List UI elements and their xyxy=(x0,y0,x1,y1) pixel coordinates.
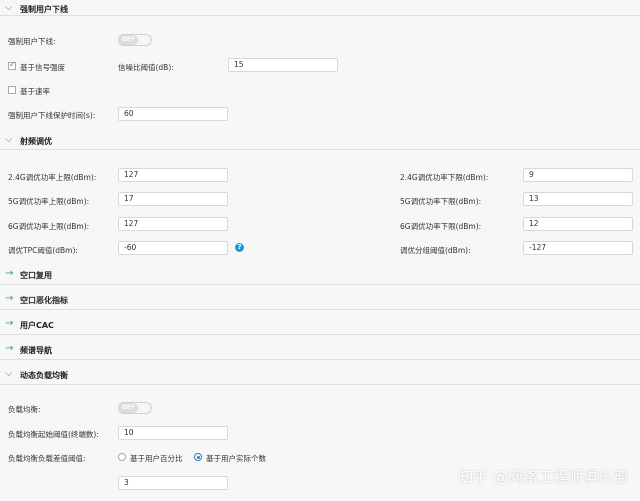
section-dyn-lb-header[interactable]: ⌵ 动态负载均衡 xyxy=(0,368,640,382)
p6-down-label: 6G调优功率下限(dBm): xyxy=(400,222,482,231)
toggle-knob: OFF xyxy=(119,35,138,45)
section-title: 空口恶化指标 xyxy=(20,296,68,305)
divider xyxy=(0,15,640,16)
p24-down-input[interactable]: 9 xyxy=(523,168,633,182)
divider xyxy=(0,384,640,385)
forced-offline-label: 强制用户下线: xyxy=(8,37,56,46)
forced-offline-toggle[interactable]: OFF xyxy=(118,34,152,46)
watermark: 知乎 @网络工程师俱乐部 xyxy=(458,468,628,486)
divider xyxy=(0,284,640,285)
section-forced-offline-header[interactable]: ⌵ 强制用户下线 xyxy=(0,2,640,16)
tpc-label: 调优TPC阈值(dBm): xyxy=(8,246,78,255)
signal-strength-label: 基于信号强度 xyxy=(20,63,65,72)
lb-toggle[interactable]: OFF xyxy=(118,402,152,414)
chevron-right-icon: → xyxy=(5,318,14,329)
tpc-input[interactable]: -60 xyxy=(118,241,228,255)
p5-down-label: 5G调优功率下限(dBm): xyxy=(400,197,482,206)
chevron-down-icon: ⌵ xyxy=(5,2,13,13)
section-title: 频谱导航 xyxy=(20,346,52,355)
help-icon[interactable]: ? xyxy=(235,243,244,252)
divider xyxy=(0,359,640,360)
lb-enable-label: 负载均衡: xyxy=(8,405,41,414)
section-user-cac-header[interactable]: → 用户CAC xyxy=(0,318,640,332)
p5-up-label: 5G调优功率上限(dBm): xyxy=(8,197,90,206)
chevron-right-icon: → xyxy=(5,268,14,279)
snr-input[interactable]: 15 xyxy=(228,58,338,72)
section-rf-header[interactable]: ⌵ 射频调优 xyxy=(0,134,640,148)
chevron-right-icon: → xyxy=(5,293,14,304)
p6-up-label: 6G调优功率上限(dBm): xyxy=(8,222,90,231)
protect-time-input[interactable]: 60 xyxy=(118,107,228,121)
divider xyxy=(0,309,640,310)
signal-strength-checkbox[interactable] xyxy=(8,60,16,70)
section-air-reuse-header[interactable]: → 空口复用 xyxy=(0,268,640,282)
lb-start-label: 负载均衡起始阈值(终端数): xyxy=(8,430,99,439)
rate-label: 基于速率 xyxy=(20,87,50,96)
section-title: 空口复用 xyxy=(20,271,52,280)
divider xyxy=(0,149,640,150)
protect-time-label: 强制用户下线保护时间(s): xyxy=(8,111,96,120)
p6-up-input[interactable]: 127 xyxy=(118,217,228,231)
p24-up-input[interactable]: 127 xyxy=(118,168,228,182)
section-title: 射频调优 xyxy=(20,137,52,146)
toggle-knob: OFF xyxy=(119,403,138,413)
seg-input[interactable]: -127 xyxy=(523,241,633,255)
seg-label: 调优分组阈值(dBm): xyxy=(400,246,471,255)
chevron-down-icon: ⌵ xyxy=(5,368,13,379)
lb-start-input[interactable]: 10 xyxy=(118,426,228,440)
divider xyxy=(0,334,640,335)
chevron-down-icon: ⌵ xyxy=(5,134,13,145)
section-title: 动态负载均衡 xyxy=(20,371,68,380)
rate-checkbox[interactable] xyxy=(8,86,16,94)
snr-label: 信噪比阈值(dB): xyxy=(118,63,174,72)
percent-radio-label: 基于用户百分比 xyxy=(130,454,183,463)
lb-diff-label: 负载均衡负载差值阈值: xyxy=(8,454,86,463)
p24-down-label: 2.4G调优功率下限(dBm): xyxy=(400,173,489,182)
percent-radio[interactable] xyxy=(118,453,126,461)
section-air-degrade-header[interactable]: → 空口恶化指标 xyxy=(0,293,640,307)
section-title: 用户CAC xyxy=(20,321,54,330)
section-band-nav-header[interactable]: → 频谱导航 xyxy=(0,343,640,357)
p6-down-input[interactable]: 12 xyxy=(523,217,633,231)
count-radio-label: 基于用户实际个数 xyxy=(206,454,266,463)
p5-down-input[interactable]: 13 xyxy=(523,192,633,206)
count-radio[interactable] xyxy=(194,453,202,461)
p24-up-label: 2.4G调优功率上限(dBm): xyxy=(8,173,97,182)
lb-diff-input[interactable]: 3 xyxy=(118,476,228,490)
chevron-right-icon: → xyxy=(5,343,14,354)
p5-up-input[interactable]: 17 xyxy=(118,192,228,206)
section-title: 强制用户下线 xyxy=(20,5,68,14)
